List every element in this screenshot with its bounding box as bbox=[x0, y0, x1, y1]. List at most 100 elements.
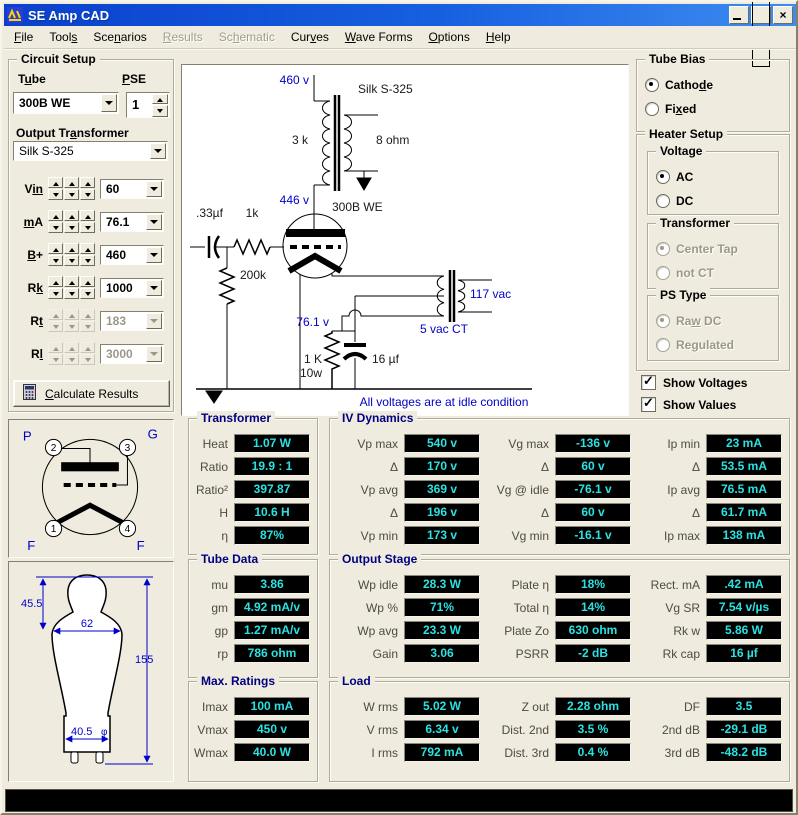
step-down-button[interactable] bbox=[48, 222, 63, 233]
value-combo[interactable]: 460 bbox=[100, 245, 164, 265]
arrow-down-icon bbox=[85, 259, 91, 266]
schematic-canvas: 460 v Silk S-325 3 k 8 ohm 446 v 300B WE… bbox=[181, 64, 629, 416]
step-down-button[interactable] bbox=[48, 354, 63, 365]
chevron-down-icon bbox=[105, 101, 113, 109]
arrow-up-icon bbox=[69, 344, 75, 351]
pse-up-button[interactable] bbox=[152, 94, 168, 104]
step-up-button[interactable] bbox=[80, 342, 95, 353]
value-combo-dropdown-button[interactable] bbox=[146, 181, 162, 197]
value-combo-dropdown-button[interactable] bbox=[146, 313, 162, 329]
step-up-button[interactable] bbox=[64, 342, 79, 353]
step-up-button[interactable] bbox=[80, 210, 95, 221]
step-up-button[interactable] bbox=[80, 276, 95, 287]
step-up-button[interactable] bbox=[80, 177, 95, 188]
close-button[interactable]: × bbox=[773, 6, 793, 24]
step-up-button[interactable] bbox=[48, 342, 63, 353]
step-up-button[interactable] bbox=[80, 309, 95, 320]
menu-item[interactable]: Tools bbox=[41, 27, 85, 47]
step-down-button[interactable] bbox=[80, 321, 95, 332]
heater-secondary-label: 5 vac CT bbox=[420, 322, 469, 336]
parameter-label: Rt bbox=[11, 314, 48, 328]
step-down-button[interactable] bbox=[48, 321, 63, 332]
step-down-button[interactable] bbox=[48, 288, 63, 299]
step-down-button[interactable] bbox=[48, 189, 63, 200]
arrow-down-icon bbox=[69, 358, 75, 365]
readout-row: Plate η 18% bbox=[486, 575, 631, 594]
step-down-button[interactable] bbox=[64, 321, 79, 332]
step-up-button[interactable] bbox=[64, 177, 79, 188]
step-up-button[interactable] bbox=[64, 276, 79, 287]
value-combo[interactable]: 76.1 bbox=[100, 212, 164, 232]
pse-spinner[interactable]: 1 bbox=[126, 92, 170, 118]
step-up-button[interactable] bbox=[48, 210, 63, 221]
output-transformer-select[interactable]: Silk S-325 bbox=[13, 141, 168, 161]
readout-value: 3.06 bbox=[404, 644, 480, 663]
tube-select-dropdown-button[interactable] bbox=[101, 94, 117, 112]
step-down-button[interactable] bbox=[64, 288, 79, 299]
step-down-button[interactable] bbox=[48, 255, 63, 266]
step-up-button[interactable] bbox=[64, 243, 79, 254]
output-transformer-dropdown-button[interactable] bbox=[150, 143, 166, 159]
step-down-button[interactable] bbox=[80, 354, 95, 365]
value-combo-dropdown-button[interactable] bbox=[146, 214, 162, 230]
maximize-button[interactable] bbox=[751, 6, 771, 24]
output-transformer-name-label: Silk S-325 bbox=[358, 82, 413, 96]
step-up-button[interactable] bbox=[48, 276, 63, 287]
step-up-button[interactable] bbox=[48, 309, 63, 320]
readout-value: 7.54 v/µs bbox=[706, 598, 782, 617]
step-down-button[interactable] bbox=[80, 288, 95, 299]
menu-item[interactable]: File bbox=[6, 27, 41, 47]
step-down-button[interactable] bbox=[80, 255, 95, 266]
step-down-button[interactable] bbox=[80, 222, 95, 233]
step-up-button[interactable] bbox=[80, 243, 95, 254]
value-combo[interactable]: 183 bbox=[100, 311, 164, 331]
calculate-results-button[interactable]: Calculate Results bbox=[13, 380, 170, 407]
value-combo-dropdown-button[interactable] bbox=[146, 247, 162, 263]
step-up-button[interactable] bbox=[64, 309, 79, 320]
checkbox-option[interactable]: Show Voltages bbox=[641, 375, 747, 390]
value-combo[interactable]: 1000 bbox=[100, 278, 164, 298]
parameter-label: mA bbox=[11, 215, 48, 229]
step-down-button[interactable] bbox=[64, 222, 79, 233]
menu-item[interactable]: Help bbox=[478, 27, 519, 47]
tube-label: Tube bbox=[18, 72, 46, 86]
radio-option[interactable]: Fixed bbox=[645, 97, 785, 121]
readout-label: Vg SR bbox=[637, 601, 706, 615]
tube-select[interactable]: 300B WE bbox=[13, 92, 119, 114]
plate-voltage-label: 446 v bbox=[280, 193, 309, 207]
value-combo-dropdown-button[interactable] bbox=[146, 346, 162, 362]
menu-item[interactable]: Wave Forms bbox=[337, 27, 421, 47]
readout-value: 100 mA bbox=[234, 697, 310, 716]
step-down-button[interactable] bbox=[64, 189, 79, 200]
checkbox-option[interactable]: Show Values bbox=[641, 397, 736, 412]
radio-option[interactable]: AC bbox=[656, 165, 774, 189]
title-bar[interactable]: SE Amp CAD × bbox=[4, 4, 796, 26]
arrow-up-icon bbox=[85, 179, 91, 186]
readout-value: 23 mA bbox=[706, 434, 782, 453]
step-down-button[interactable] bbox=[64, 255, 79, 266]
step-up-button[interactable] bbox=[64, 210, 79, 221]
menu-item[interactable]: Schematic bbox=[211, 27, 283, 47]
step-down-button[interactable] bbox=[80, 189, 95, 200]
step-up-button[interactable] bbox=[48, 177, 63, 188]
menu-item[interactable]: Results bbox=[155, 27, 211, 47]
value-combo-dropdown-button[interactable] bbox=[146, 280, 162, 296]
arrow-up-icon bbox=[53, 212, 59, 219]
readout-row: Rect. mA .42 mA bbox=[637, 575, 782, 594]
chevron-down-icon bbox=[150, 253, 158, 261]
value-combo[interactable]: 3000 bbox=[100, 344, 164, 364]
readout-row: Δ 61.7 mA bbox=[637, 503, 782, 522]
menu-item[interactable]: Scenarios bbox=[85, 27, 154, 47]
radio-option[interactable]: Cathode bbox=[645, 73, 785, 97]
step-up-button[interactable] bbox=[48, 243, 63, 254]
chevron-down-icon bbox=[150, 220, 158, 228]
pse-down-button[interactable] bbox=[152, 105, 168, 117]
menu-item[interactable]: Curves bbox=[283, 27, 337, 47]
step-down-button[interactable] bbox=[64, 354, 79, 365]
radio-option[interactable]: DC bbox=[656, 189, 774, 213]
bottom-black-panel bbox=[5, 789, 793, 812]
minimize-icon bbox=[733, 18, 741, 20]
value-combo[interactable]: 60 bbox=[100, 179, 164, 199]
minimize-button[interactable] bbox=[729, 6, 749, 24]
menu-item[interactable]: Options bbox=[420, 27, 477, 47]
